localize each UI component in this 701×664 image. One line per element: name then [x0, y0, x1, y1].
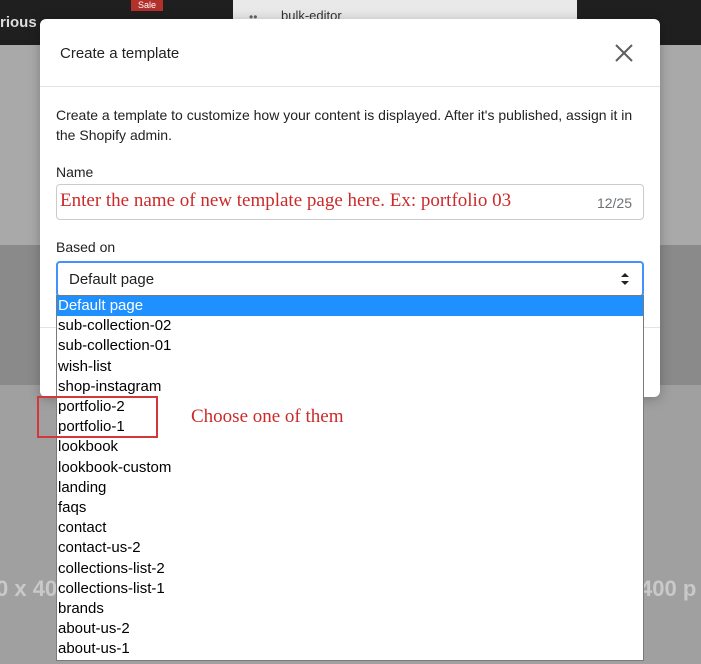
- select-arrows-icon: [621, 273, 629, 285]
- dropdown-option[interactable]: sub-collection-01: [57, 336, 643, 356]
- modal-header: Create a template: [40, 19, 660, 87]
- based-on-select[interactable]: Default page: [56, 261, 644, 297]
- dropdown-option[interactable]: brands: [57, 599, 643, 619]
- dropdown-option[interactable]: collections-list-2: [57, 559, 643, 579]
- modal-description: Create a template to customize how your …: [56, 107, 633, 143]
- brand-fragment: rious: [0, 14, 37, 31]
- background-placeholder-text-right: 400 p: [640, 576, 697, 601]
- dropdown-option[interactable]: about-us-1: [57, 639, 643, 659]
- based-on-label: Based on: [56, 239, 116, 255]
- dropdown-option[interactable]: contact: [57, 518, 643, 538]
- based-on-dropdown-list: Default page sub-collection-02 sub-collect…: [56, 295, 644, 661]
- dropdown-option[interactable]: lookbook: [57, 437, 643, 457]
- dropdown-option[interactable]: Default page: [57, 296, 643, 316]
- dropdown-option[interactable]: collections-list-1: [57, 579, 643, 599]
- name-label: Name: [56, 164, 94, 180]
- sale-badge: Sale: [131, 0, 163, 11]
- character-count: 12/25: [596, 195, 632, 211]
- background-placeholder-text-left: 0 x 40: [0, 576, 58, 601]
- dropdown-option[interactable]: wish-list: [57, 357, 643, 377]
- name-field[interactable]: 12/25: [56, 184, 644, 220]
- close-button[interactable]: [614, 43, 634, 63]
- dropdown-option[interactable]: about-us-2: [57, 619, 643, 639]
- callout-text: Choose one of them: [191, 406, 344, 427]
- dropdown-option[interactable]: shop-instagram: [57, 377, 643, 397]
- dropdown-option[interactable]: faqs: [57, 498, 643, 518]
- dropdown-option[interactable]: contact-us-2: [57, 538, 643, 558]
- close-icon: [615, 44, 633, 62]
- highlight-box: [37, 396, 158, 438]
- dropdown-option[interactable]: sub-collection-02: [57, 316, 643, 336]
- name-input[interactable]: [60, 190, 580, 212]
- dropdown-option[interactable]: lookbook-custom: [57, 458, 643, 478]
- based-on-selected-value: Default page: [69, 271, 155, 288]
- modal-title: Create a template: [60, 45, 180, 62]
- dropdown-option[interactable]: landing: [57, 478, 643, 498]
